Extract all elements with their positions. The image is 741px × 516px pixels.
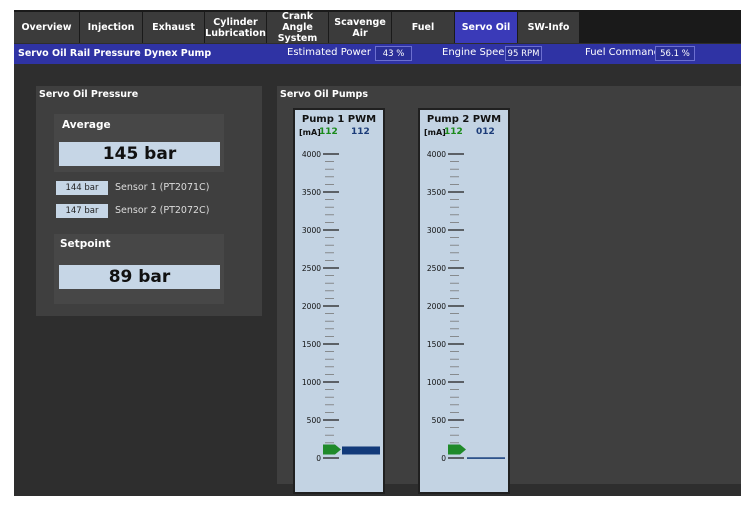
actual-bar [467,457,505,459]
actual-bar [342,446,380,455]
tick-label: 3000 [302,226,321,235]
setpoint-panel: Setpoint 89 bar [54,234,224,304]
tab-exhaust[interactable]: Exhaust [143,12,205,43]
tick-label: 3500 [302,188,321,197]
panel-title: Servo Oil Pumps [280,89,368,100]
tick-label: 1500 [427,340,446,349]
tab-servo-oil[interactable]: Servo Oil [455,12,518,43]
tab-cylinder-lubrication[interactable]: Cylinder Lubrication [205,12,267,43]
estimated-power-value: 43 % [375,46,412,61]
tick-label: 2500 [302,264,321,273]
pump-2-gauge: Pump 2 PWM [mA] 112 012 4000 3500 3000 2500… [418,108,510,494]
tab-scavenge-air[interactable]: Scavenge Air [329,12,392,43]
servo-oil-pressure-panel: Servo Oil Pressure Average 145 bar 144 b… [36,86,262,316]
tab-injection[interactable]: Injection [80,12,143,43]
tick-label: 2000 [427,302,446,311]
pump-1-gauge: Pump 1 PWM [mA] 112 112 4000 3500 3000 2500… [293,108,385,494]
tab-fuel[interactable]: Fuel [392,12,455,43]
pump-1-scale: 4000 3500 3000 2500 2000 1500 1000 500 0 [302,150,380,463]
tick-label: 0 [316,454,321,463]
tick-label: 0 [441,454,446,463]
servo-oil-screen: Overview Injection Exhaust Cylinder Lubr… [14,10,741,496]
tick-label: 1000 [427,378,446,387]
estimated-power-label: Estimated Power [287,47,371,58]
tick-label: 2000 [302,302,321,311]
tick-label: 4000 [302,150,321,159]
tab-crank-angle-system[interactable]: Crank Angle System [267,11,329,44]
average-panel: Average 145 bar [54,114,224,172]
tick-label: 1000 [302,378,321,387]
tick-label: 1500 [302,340,321,349]
sensor-1-value: 144 bar [56,181,108,195]
sensor-1-label: Sensor 1 (PT2071C) [115,182,210,193]
engine-speed-label: Engine Speed [442,47,511,58]
tick-label: 500 [432,416,447,425]
tick-label: 3500 [427,188,446,197]
setpoint-marker [448,444,466,455]
average-label: Average [62,119,111,131]
status-header: Servo Oil Rail Pressure Dynex Pump Estim… [14,44,741,64]
sensor-2-label: Sensor 2 (PT2072C) [115,205,210,216]
tick-label: 3000 [427,226,446,235]
engine-speed-value: 95 RPM [505,46,542,61]
tab-sw-info[interactable]: SW-Info [518,12,580,43]
setpoint-label: Setpoint [60,238,111,250]
sensor-2-value: 147 bar [56,204,108,218]
fuel-command-value: 56.1 % [655,46,695,61]
page-title: Servo Oil Rail Pressure Dynex Pump [18,48,212,59]
setpoint-pressure-value: 89 bar [59,265,220,289]
panel-title: Servo Oil Pressure [39,89,139,100]
tick-label: 2500 [427,264,446,273]
tab-bar: Overview Injection Exhaust Cylinder Lubr… [14,10,741,44]
tick-label: 500 [307,416,322,425]
pump-2-scale: 4000 3500 3000 2500 2000 1500 1000 500 0 [427,150,505,463]
fuel-command-label: Fuel Command [585,47,661,58]
setpoint-marker [323,444,341,455]
tick-label: 4000 [427,150,446,159]
average-pressure-value: 145 bar [59,142,220,166]
tab-overview[interactable]: Overview [14,12,80,43]
